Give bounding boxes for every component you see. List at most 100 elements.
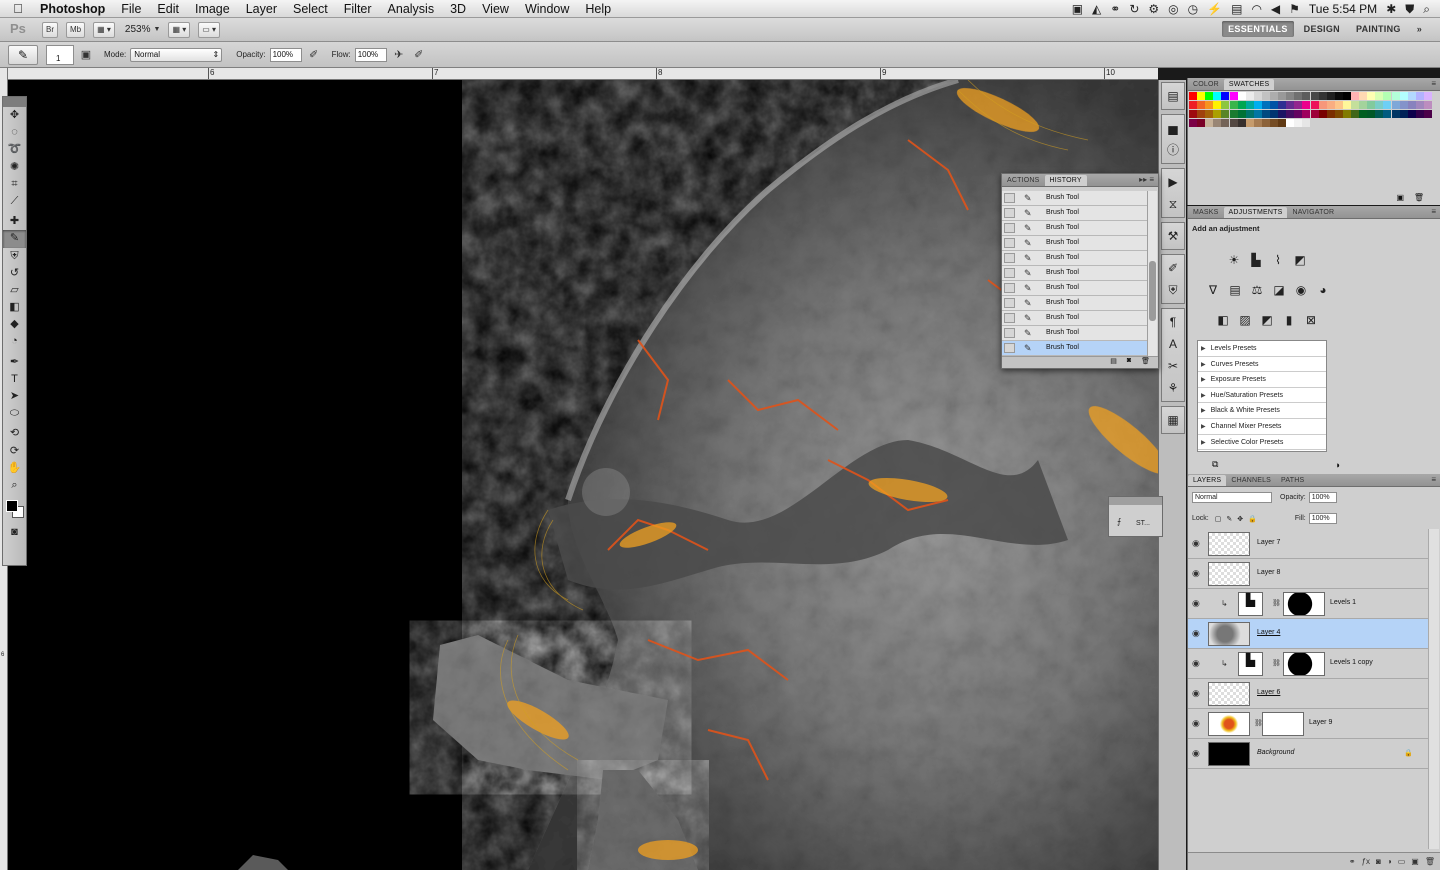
gear-icon[interactable]: ⚙: [1148, 2, 1159, 16]
color-swatch[interactable]: [1245, 101, 1254, 109]
color-swatch[interactable]: [1375, 101, 1384, 109]
new-layer-icon[interactable]: ▣: [1411, 857, 1419, 866]
tab-actions[interactable]: ACTIONS: [1002, 175, 1045, 186]
eyedropper-icon[interactable]: ⟋: [3, 193, 26, 210]
shape-icon[interactable]: ⬭: [3, 405, 26, 422]
flow-field[interactable]: 100%: [354, 47, 387, 62]
history-item[interactable]: ✎ Brush Tool: [1002, 251, 1148, 266]
color-balance-icon[interactable]: ⚖: [1249, 282, 1265, 298]
color-swatch[interactable]: [1229, 92, 1238, 100]
color-swatch[interactable]: [1221, 92, 1230, 100]
mode-select[interactable]: Normal: [130, 47, 223, 62]
character-icon[interactable]: A: [1162, 333, 1184, 355]
notes-icon[interactable]: ▦: [1162, 409, 1184, 431]
horizontal-ruler[interactable]: 6 7 8 9 10: [8, 68, 1158, 80]
color-swatch[interactable]: [1189, 119, 1197, 127]
layer-row-adjustment[interactable]: ◉ ↳ ▙ ⛓ Levels 1 copy: [1188, 649, 1428, 679]
color-swatch[interactable]: [1391, 92, 1400, 100]
history-item[interactable]: ✎ Brush Tool: [1002, 191, 1148, 206]
color-swatch[interactable]: [1367, 101, 1376, 109]
tools-panel-header[interactable]: [3, 97, 26, 107]
airbrush-icon[interactable]: ✈: [391, 47, 407, 63]
document-canvas[interactable]: [8, 80, 1158, 870]
workspace-more-button[interactable]: »: [1411, 21, 1428, 37]
color-swatch[interactable]: [1351, 110, 1359, 118]
gradient-map-icon[interactable]: ▮: [1281, 312, 1297, 328]
color-swatch[interactable]: [1302, 119, 1311, 127]
color-swatch[interactable]: [1302, 110, 1311, 118]
pen-icon[interactable]: ✒: [3, 354, 26, 371]
new-swatch-icon[interactable]: ▣: [1396, 193, 1404, 202]
lock-image-icon[interactable]: ✎: [1226, 515, 1232, 523]
display-icon[interactable]: ▤: [1231, 2, 1242, 16]
info-icon[interactable]: ⓘ: [1162, 139, 1184, 161]
history-item[interactable]: ✎ Brush Tool: [1002, 326, 1148, 341]
brush-preset-picker[interactable]: 1: [46, 44, 74, 65]
color-swatch[interactable]: [1261, 101, 1270, 109]
dodge-icon[interactable]: ◔: [3, 333, 26, 350]
crop-icon[interactable]: ⌗: [3, 176, 26, 193]
tab-color[interactable]: COLOR: [1188, 79, 1224, 90]
disclosure-triangle-icon[interactable]: ▶: [1201, 424, 1206, 430]
color-swatch[interactable]: [1310, 110, 1319, 118]
3d-orbit-icon[interactable]: ⟳: [3, 443, 26, 460]
disclosure-triangle-icon[interactable]: ▶: [1201, 408, 1206, 414]
color-swatch[interactable]: [1270, 110, 1278, 118]
color-swatch[interactable]: [1261, 110, 1270, 118]
color-swatch[interactable]: [1286, 92, 1295, 100]
lock-transparent-icon[interactable]: ▢: [1215, 515, 1222, 523]
tools-3d-icon[interactable]: ✂: [1162, 355, 1184, 377]
color-swatch[interactable]: [1229, 101, 1238, 109]
blur-icon[interactable]: ◆: [3, 316, 26, 333]
panel-menu-icon[interactable]: ▸▸ ≡: [1139, 175, 1154, 184]
color-swatch[interactable]: [1310, 92, 1319, 100]
color-swatch[interactable]: [1278, 110, 1287, 118]
curves-icon[interactable]: ⌇: [1270, 252, 1286, 268]
color-swatch[interactable]: [1189, 101, 1197, 109]
history-item-selected[interactable]: ✎ Brush Tool: [1002, 341, 1148, 356]
color-swatch[interactable]: [1237, 119, 1246, 127]
color-swatch[interactable]: [1375, 110, 1384, 118]
target-icon[interactable]: ◎: [1168, 2, 1178, 16]
color-swatch[interactable]: [1213, 110, 1222, 118]
history-item[interactable]: ✎ Brush Tool: [1002, 266, 1148, 281]
color-swatch[interactable]: [1286, 110, 1295, 118]
channel-mixer-icon[interactable]: ◕: [1315, 282, 1331, 298]
brightness-contrast-icon[interactable]: ☀: [1226, 252, 1242, 268]
preset-item[interactable]: ▶ Channel Mixer Presets: [1198, 419, 1326, 435]
color-swatch[interactable]: [1318, 110, 1327, 118]
move-icon[interactable]: ✥: [3, 107, 26, 124]
color-swatch[interactable]: [1318, 101, 1327, 109]
color-swatch[interactable]: [1383, 101, 1392, 109]
3d-rotate-icon[interactable]: ⟲: [3, 425, 26, 442]
color-swatch[interactable]: [1229, 110, 1238, 118]
preset-item[interactable]: ▶ Black & White Presets: [1198, 403, 1326, 419]
color-swatch[interactable]: [1334, 101, 1343, 109]
color-swatch[interactable]: [1253, 119, 1262, 127]
color-swatch[interactable]: [1326, 92, 1335, 100]
brush-icon[interactable]: ✎: [3, 230, 26, 248]
adobe-icon[interactable]: ◭: [1092, 2, 1101, 16]
clone-stamp-icon[interactable]: ⛨: [3, 248, 26, 265]
levels-icon[interactable]: ▙: [1248, 252, 1264, 268]
layer-mask-thumbnail[interactable]: [1283, 652, 1325, 676]
history-source-box[interactable]: [1004, 343, 1015, 353]
menubar-clock[interactable]: Tue 5:54 PM: [1309, 2, 1377, 16]
quick-select-icon[interactable]: ✺: [3, 159, 26, 176]
color-swatch[interactable]: [1253, 101, 1262, 109]
layer-row[interactable]: ◉ Layer 8: [1188, 559, 1428, 589]
color-swatch[interactable]: [1270, 92, 1278, 100]
history-source-box[interactable]: [1004, 223, 1015, 233]
color-swatch[interactable]: [1359, 101, 1368, 109]
color-swatch[interactable]: [1399, 92, 1408, 100]
selective-color-icon[interactable]: ⊠: [1303, 312, 1319, 328]
color-swatch[interactable]: [1237, 110, 1246, 118]
mini-bridge-icon[interactable]: ▤: [1162, 85, 1184, 107]
type-icon[interactable]: T: [3, 371, 26, 388]
exposure-icon[interactable]: ◩: [1292, 252, 1308, 268]
color-swatch[interactable]: [1189, 110, 1197, 118]
color-swatch[interactable]: [1294, 119, 1303, 127]
scroll-thumb[interactable]: [1149, 261, 1156, 321]
disclosure-triangle-icon[interactable]: ▶: [1201, 346, 1206, 352]
visibility-eye-icon[interactable]: ◉: [1192, 598, 1200, 609]
